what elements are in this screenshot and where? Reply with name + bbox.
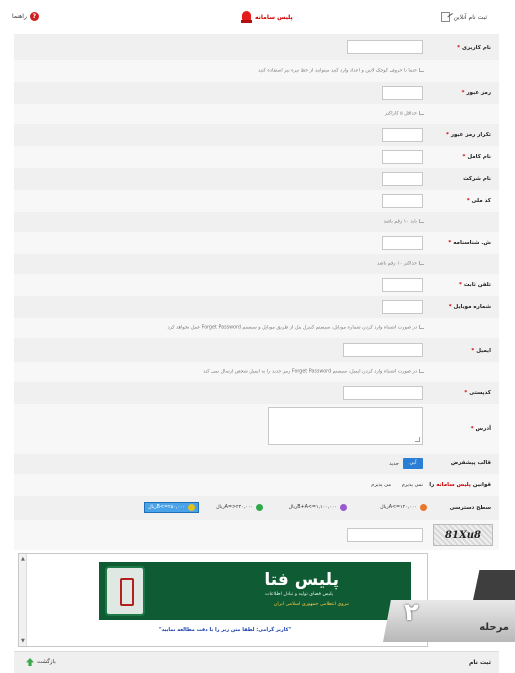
step-badge [383, 600, 515, 642]
online-register-link[interactable]: ثبت نام آنلاین [441, 12, 487, 22]
level-1-dot-icon [420, 504, 427, 511]
template-blue-option[interactable]: آبی [403, 458, 423, 469]
password-repeat-input[interactable] [382, 128, 423, 142]
id-number-row: ش. شناسنامه * [14, 232, 499, 254]
national-code-hint-row: باید ۱۰ رقم باشد [14, 212, 499, 232]
step-label: مرحله [479, 622, 509, 633]
id-number-hint-row: حداکثر ۱۰ رقم باشد [14, 254, 499, 274]
brand: پلیس سامانه [241, 10, 293, 24]
online-register-label: ثبت نام آنلاین [453, 13, 487, 21]
email-row: ایمیل * [14, 338, 499, 362]
help-icon: ? [29, 12, 39, 21]
full-name-label: نام کامل * [462, 154, 491, 160]
postal-code-input[interactable] [343, 386, 423, 400]
submit-button[interactable]: ثبت نام [469, 659, 491, 666]
username-hint-row: حتما با حروف کوچک لاتین و اعداد وارد کنی… [14, 60, 499, 82]
company-row: نام شرکت [14, 168, 499, 190]
footer-bar: ثبت نام بازگشت [14, 651, 499, 673]
banner-title: پلیس فتا [264, 570, 339, 590]
mobile-row: شماره موبایل * [14, 296, 499, 318]
username-label: نام کاربری * [457, 45, 491, 51]
edit-document-icon [441, 12, 451, 22]
rules-accept-option[interactable]: می پذیرم [371, 482, 391, 488]
back-button[interactable]: بازگشت [26, 658, 56, 666]
access-level-option-2[interactable]: B+A<=۱,۱۰۰,۰۰۰ریال [289, 504, 347, 511]
template-new-option[interactable]: جدید [389, 461, 399, 467]
phone-row: تلفن ثابت * [14, 274, 499, 296]
mobile-input[interactable] [382, 300, 423, 314]
email-label: ایمیل * [471, 348, 491, 354]
top-bar: ثبت نام آنلاین پلیس سامانه ? راهنما [0, 0, 515, 34]
postal-code-row: کدپستی * [14, 382, 499, 404]
mobile-hint: در صورت اشتباه وارد کردن شماره موبایل، س… [167, 325, 424, 331]
scroll-down-icon[interactable]: ▼ [21, 638, 25, 644]
level-3-dot-icon [256, 504, 263, 511]
national-code-input[interactable] [382, 194, 423, 208]
rules-row: قوانین پلیس سامانه را نمی پذیرم می پذیرم [14, 474, 499, 496]
company-label: نام شرکت [463, 176, 491, 182]
back-arrow-icon [26, 658, 34, 666]
username-input[interactable] [347, 40, 423, 54]
help-label: راهنما [12, 13, 27, 20]
mobile-label: شماره موبایل * [448, 304, 491, 310]
captcha-input[interactable] [347, 528, 423, 542]
brand-label: پلیس سامانه [255, 13, 293, 21]
access-level-option-3[interactable]: ۲۴۰,۰۰۰<=Aریال [216, 504, 263, 511]
username-hint: حتما با حروف کوچک لاتین و اعداد وارد کنی… [258, 68, 424, 74]
terms-note: "کاربر گرامی: لطفا متن زیر را با دقت مطا… [159, 627, 292, 633]
full-name-row: نام کامل * [14, 146, 499, 168]
back-label: بازگشت [37, 659, 56, 665]
password-input[interactable] [382, 86, 423, 100]
police-emblem-icon [105, 566, 145, 616]
terms-scrollbar[interactable]: ▲ ▼ [19, 554, 27, 646]
access-level-row: سطح دسترسی A<=۱۲۰,۰۰۰ریال B+A<=۱,۱۰۰,۰۰۰… [14, 496, 499, 520]
national-code-label: کد ملی * [466, 198, 491, 204]
phone-input[interactable] [382, 278, 423, 292]
password-hint-row: حداقل ۵ کاراکتر [14, 104, 499, 124]
id-number-label: ش. شناسنامه * [448, 240, 491, 246]
resize-handle-icon[interactable] [415, 437, 420, 442]
password-repeat-label: تکرار رمز عبور * [446, 132, 491, 138]
fata-police-banner: پلیس فتا پلیس فضای تولید و تبادل اطلاعات… [99, 562, 411, 620]
rules-label: قوانین پلیس سامانه را [429, 482, 491, 488]
company-input[interactable] [382, 172, 423, 186]
postal-code-label: کدپستی * [464, 390, 491, 396]
email-hint: در صورت اشتباه وارد کردن ایمیل، سیستم Fo… [203, 369, 424, 375]
access-level-option-4[interactable]: B<=۲۵۰,۰۰۰ریال [144, 502, 199, 513]
template-label: قالب پیشفرض [450, 460, 491, 466]
access-level-label: سطح دسترسی [449, 505, 491, 511]
username-row: نام کاربری * [14, 34, 499, 60]
address-textarea[interactable] [268, 407, 423, 445]
help-link[interactable]: ? راهنما [12, 12, 39, 21]
national-code-hint: باید ۱۰ رقم باشد [383, 219, 424, 225]
id-number-input[interactable] [382, 236, 423, 250]
email-input[interactable] [343, 343, 423, 357]
address-label: آدرس * [470, 426, 491, 432]
siren-icon [241, 10, 252, 24]
password-row: رمز عبور * [14, 82, 499, 104]
rules-reject-option[interactable]: نمی پذیرم [402, 482, 423, 488]
step-number: ۲ [404, 598, 419, 626]
access-level-option-1[interactable]: A<=۱۲۰,۰۰۰ریال [380, 504, 427, 511]
phone-label: تلفن ثابت * [459, 282, 491, 288]
address-row: آدرس * [14, 404, 499, 454]
template-row: قالب پیشفرض آبی جدید [14, 454, 499, 474]
password-hint: حداقل ۵ کاراکتر [385, 111, 424, 117]
level-2-dot-icon [340, 504, 347, 511]
full-name-input[interactable] [382, 150, 423, 164]
captcha-row: 81Xu8 [14, 520, 499, 550]
banner-subtitle-2: نیروی انتظامی جمهوری اسلامی ایران [273, 602, 349, 607]
id-number-hint: حداکثر ۱۰ رقم باشد [377, 261, 424, 267]
email-hint-row: در صورت اشتباه وارد کردن ایمیل، سیستم Fo… [14, 362, 499, 382]
level-4-dot-icon [188, 504, 195, 511]
captcha-image: 81Xu8 [433, 524, 493, 546]
password-label: رمز عبور * [461, 90, 491, 96]
scroll-up-icon[interactable]: ▲ [21, 556, 25, 562]
national-code-row: کد ملی * [14, 190, 499, 212]
mobile-hint-row: در صورت اشتباه وارد کردن شماره موبایل، س… [14, 318, 499, 338]
banner-subtitle: پلیس فضای تولید و تبادل اطلاعات [264, 592, 333, 597]
password-repeat-row: تکرار رمز عبور * [14, 124, 499, 146]
terms-box[interactable]: ▲ ▼ پلیس فتا پلیس فضای تولید و تبادل اطل… [18, 553, 428, 647]
